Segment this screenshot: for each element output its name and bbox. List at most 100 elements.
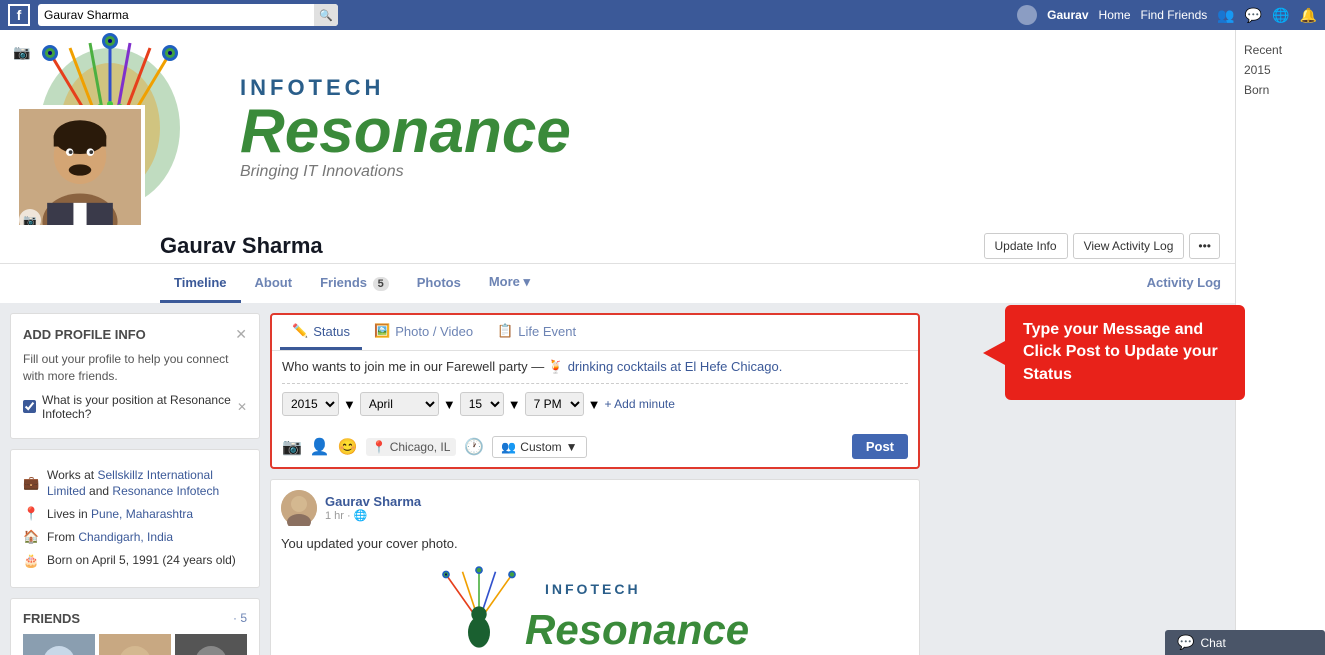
nav-home-link[interactable]: Home [1099, 8, 1131, 22]
main-feed: ✏️ Status 🖼️ Photo / Video 📋 Life Event [270, 313, 920, 655]
feed-post-username[interactable]: Gaurav Sharma [325, 494, 909, 509]
activity-log-link[interactable]: Activity Log [1133, 267, 1235, 301]
add-profile-info-title: ADD PROFILE INFO [23, 327, 146, 342]
friends-header: FRIENDS · 5 [23, 611, 247, 626]
status-mention[interactable]: 🍹 drinking cocktails at El Hefe Chicago. [548, 359, 782, 374]
from-item: 🏠 From Chandigarh, India [23, 528, 247, 546]
camera-footer-icon[interactable]: 📷 [282, 437, 302, 457]
emoji-footer-icon[interactable]: 😊 [338, 437, 358, 457]
status-tab-photo[interactable]: 🖼️ Photo / Video [362, 315, 485, 350]
nav-username[interactable]: Gaurav [1047, 8, 1088, 22]
tab-about[interactable]: About [241, 265, 307, 303]
avatar-svg [19, 105, 141, 225]
add-profile-info-header: ADD PROFILE INFO ✕ [23, 326, 247, 343]
position-item-close[interactable]: ✕ [237, 400, 247, 414]
status-tab-life-event[interactable]: 📋 Life Event [485, 315, 588, 350]
feed-post-description: You updated your cover photo. [271, 536, 919, 559]
birthday-icon: 🎂 [23, 552, 39, 570]
add-profile-info-desc: Fill out your profile to help you connec… [23, 351, 247, 385]
add-minute-link[interactable]: + Add minute [605, 397, 675, 411]
friends-icon[interactable]: 👥 [1217, 7, 1234, 24]
audience-button[interactable]: 👥 Custom ▼ [492, 436, 586, 458]
status-composer: ✏️ Status 🖼️ Photo / Video 📋 Life Event [270, 313, 920, 469]
lives-in-label: Lives in Pune, Maharashtra [47, 506, 193, 523]
feed-post-image: INFOTECH Resonance Bringing IT Innovatio… [271, 559, 919, 655]
add-profile-info-card: ADD PROFILE INFO ✕ Fill out your profile… [10, 313, 260, 439]
notifications-icon[interactable]: 🔔 [1300, 7, 1317, 24]
timeline-nav-2015[interactable]: 2015 [1244, 60, 1317, 80]
nav-find-friends-link[interactable]: Find Friends [1141, 8, 1208, 22]
work-icon: 💼 [23, 474, 39, 492]
nav-right-area: Gaurav Home Find Friends 👥 💬 🌐 🔔 [1017, 5, 1317, 25]
search-button[interactable]: 🔍 [314, 4, 338, 26]
feed-post-info: Gaurav Sharma 1 hr · 🌐 [325, 494, 909, 522]
audience-dropdown-icon: ▼ [566, 440, 578, 454]
friend-item-3[interactable] [175, 634, 247, 655]
works-at-label: Works at Sellskillz International Limite… [47, 467, 247, 501]
friend-item-2[interactable]: Andres Acosta [99, 634, 171, 655]
feed-post-time: 1 hr · 🌐 [325, 509, 909, 522]
month-select[interactable]: AprilJanuaryFebruaryMarch [360, 392, 439, 416]
tooltip-box: Type your Message and Click Post to Upda… [1005, 305, 1245, 400]
day-select[interactable]: 15 [460, 392, 504, 416]
profile-name: Gaurav Sharma [160, 233, 323, 259]
life-event-icon: 📋 [497, 323, 513, 339]
friend-avatar-1 [23, 634, 95, 655]
clock-footer-icon[interactable]: 🕐 [464, 437, 484, 457]
svg-text:Resonance: Resonance [525, 606, 749, 653]
cover-text-area: INFOTECH Resonance Bringing IT Innovatio… [220, 30, 1235, 225]
feed-post-header: Gaurav Sharma 1 hr · 🌐 [271, 480, 919, 536]
search-input[interactable] [38, 6, 314, 24]
friend-avatar-2 [99, 634, 171, 655]
friends-title: FRIENDS [23, 611, 80, 626]
status-input-area: Who wants to join me in our Farewell par… [272, 351, 918, 429]
profile-action-buttons: Update Info View Activity Log ••• [984, 233, 1220, 259]
position-checkbox-item: What is your position at Resonance Infot… [23, 393, 247, 421]
globe-icon[interactable]: 🌐 [1272, 7, 1289, 24]
hometown-link[interactable]: Chandigarh, India [78, 530, 173, 544]
profile-avatar-wrapper: 📷 [15, 105, 145, 225]
tooltip-text: Type your Message and Click Post to Upda… [1023, 321, 1218, 383]
tab-photos[interactable]: Photos [403, 265, 475, 303]
friends-count: · 5 [233, 611, 247, 625]
chat-icon: 💬 [1177, 634, 1194, 651]
year-select[interactable]: 201520142013 [282, 392, 339, 416]
born-item: 🎂 Born on April 5, 1991 (24 years old) [23, 552, 247, 570]
tab-timeline[interactable]: Timeline [160, 265, 241, 303]
friends-count-badge: 5 [373, 277, 389, 291]
messages-icon[interactable]: 💬 [1245, 7, 1262, 24]
timeline-nav-recent[interactable]: Recent [1244, 40, 1317, 60]
position-checkbox[interactable] [23, 400, 36, 413]
add-profile-info-close[interactable]: ✕ [235, 326, 247, 343]
timeline-sidebar: Recent 2015 Born [1235, 30, 1325, 655]
avatar-camera-button[interactable]: 📷 [19, 209, 41, 225]
friend-item-1[interactable] [23, 634, 95, 655]
facebook-logo[interactable]: f [8, 4, 30, 26]
lives-in-item: 📍 Lives in Pune, Maharashtra [23, 505, 247, 523]
friends-card: FRIENDS · 5 Andres [10, 598, 260, 655]
update-info-button[interactable]: Update Info [984, 233, 1068, 259]
company2-link[interactable]: Resonance Infotech [112, 484, 219, 498]
location-icon: 📍 [23, 505, 39, 523]
status-icon: ✏️ [292, 323, 308, 339]
tag-footer-icon[interactable]: 👤 [310, 437, 330, 457]
about-info-card: 💼 Works at Sellskillz International Limi… [10, 449, 260, 588]
content-area: ADD PROFILE INFO ✕ Fill out your profile… [0, 303, 930, 655]
status-tab-status[interactable]: ✏️ Status [280, 315, 362, 350]
cover-camera-button[interactable]: 📷 [8, 38, 36, 66]
tab-more[interactable]: More ▾ [475, 264, 544, 303]
born-label: Born on April 5, 1991 (24 years old) [47, 552, 236, 569]
works-at-item: 💼 Works at Sellskillz International Limi… [23, 467, 247, 501]
post-button[interactable]: Post [852, 434, 908, 459]
timeline-nav-born[interactable]: Born [1244, 80, 1317, 100]
cover-photo: 📷 [0, 30, 1235, 225]
tab-friends[interactable]: Friends 5 [306, 265, 403, 303]
chat-bar[interactable]: 💬 Chat [1165, 630, 1325, 655]
view-activity-log-button[interactable]: View Activity Log [1073, 233, 1185, 259]
profile-header: 📷 [0, 30, 1235, 303]
time-select[interactable]: 7 PM [525, 392, 584, 416]
status-content: Who wants to join me in our Farewell par… [282, 359, 908, 375]
city-link[interactable]: Pune, Maharashtra [91, 507, 193, 521]
position-label: What is your position at Resonance Infot… [42, 393, 231, 421]
more-options-button[interactable]: ••• [1189, 233, 1220, 259]
